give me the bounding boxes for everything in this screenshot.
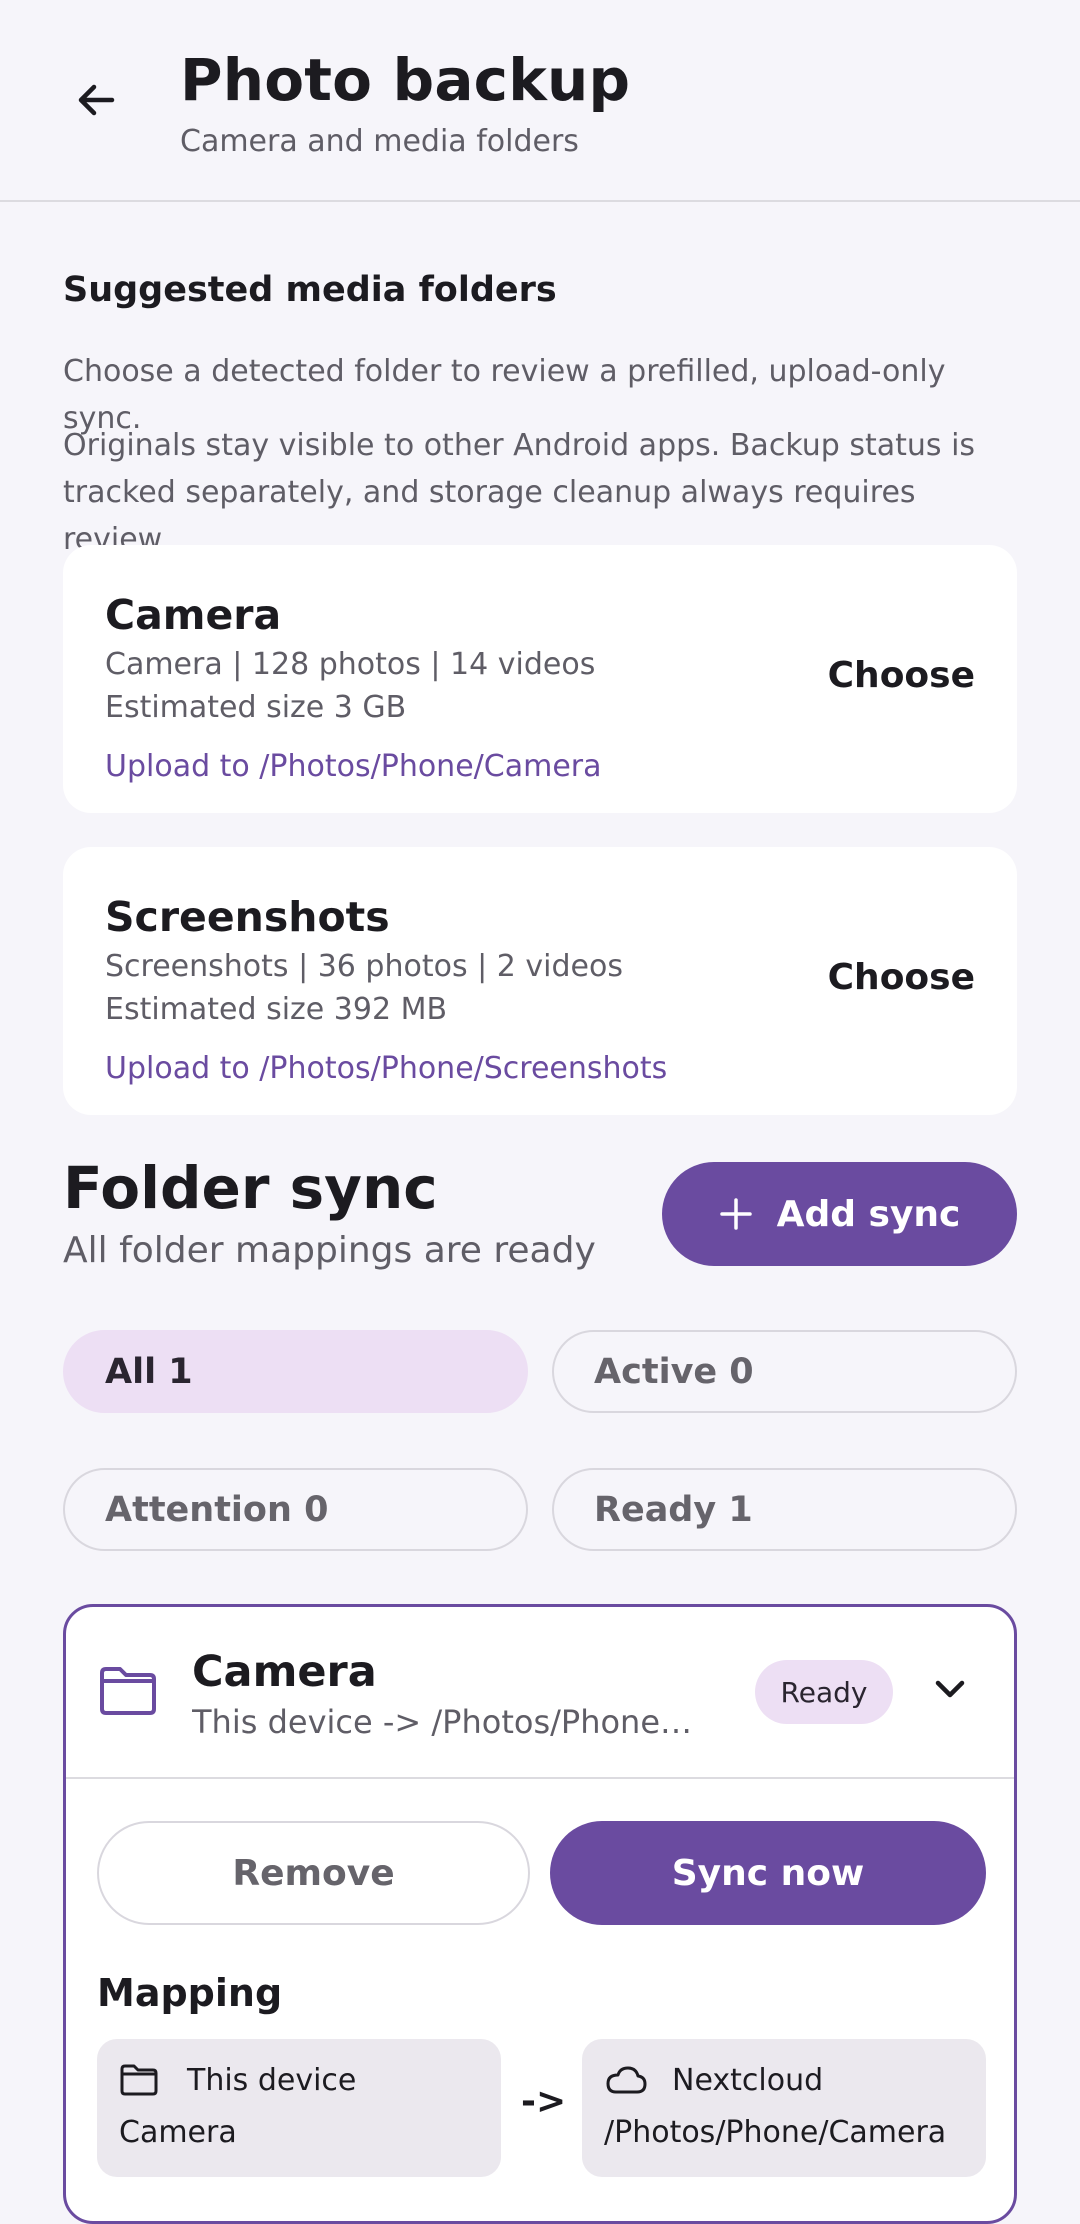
- cloud-icon: [606, 2066, 647, 2094]
- sync-card-header[interactable]: Camera This device -> /Photos/Phone/Came…: [66, 1607, 1014, 1779]
- add-sync-button[interactable]: Add sync: [662, 1162, 1017, 1266]
- folder-sync-subtitle: All folder mappings are ready: [63, 1230, 596, 1271]
- choose-button-screenshots[interactable]: Choose: [828, 957, 975, 998]
- mapping-source-label: This device: [187, 2063, 357, 2098]
- filter-chip-attention[interactable]: Attention 0: [63, 1468, 528, 1551]
- suggested-card-camera: Camera Camera | 128 photos | 14 videos E…: [63, 545, 1017, 813]
- page-title: Photo backup: [180, 46, 631, 114]
- mapping-source: This device Camera: [97, 2039, 501, 2177]
- folder-sync-title: Folder sync: [63, 1154, 438, 1222]
- suggested-card-name: Camera: [105, 591, 282, 639]
- folder-icon: [100, 1667, 156, 1715]
- suggested-card-screenshots: Screenshots Screenshots | 36 photos | 2 …: [63, 847, 1017, 1115]
- suggested-card-destination: Upload to /Photos/Phone/Screenshots: [105, 1051, 668, 1086]
- plus-icon: [719, 1198, 752, 1230]
- mapping-target-value: /Photos/Phone/Camera: [604, 2115, 947, 2150]
- filter-chip-all[interactable]: All 1: [63, 1330, 528, 1413]
- sync-now-button[interactable]: Sync now: [550, 1821, 986, 1925]
- arrow-back-icon: [78, 84, 115, 116]
- mapping-source-value: Camera: [119, 2115, 237, 2150]
- page-subtitle: Camera and media folders: [180, 124, 579, 159]
- remove-button[interactable]: Remove: [97, 1821, 530, 1925]
- mapping-target: Nextcloud /Photos/Phone/Camera: [582, 2039, 986, 2177]
- mapping-target-label: Nextcloud: [672, 2063, 824, 2098]
- choose-button-camera[interactable]: Choose: [828, 655, 975, 696]
- sync-card-camera: Camera This device -> /Photos/Phone/Came…: [63, 1604, 1017, 2224]
- sync-card-path: This device -> /Photos/Phone/Camera: [192, 1703, 702, 1741]
- filter-chip-ready[interactable]: Ready 1: [552, 1468, 1017, 1551]
- divider: [66, 1777, 1014, 1779]
- back-button[interactable]: [56, 60, 136, 140]
- folder-icon: [120, 2064, 158, 2096]
- chevron-down-icon[interactable]: [928, 1667, 972, 1711]
- suggested-note: Originals stay visible to other Android …: [63, 428, 976, 557]
- filter-chip-active[interactable]: Active 0: [552, 1330, 1017, 1413]
- mapping-arrow: ->: [521, 2081, 567, 2122]
- status-badge: Ready: [755, 1660, 893, 1724]
- suggested-card-destination: Upload to /Photos/Phone/Camera: [105, 749, 602, 784]
- suggested-section-title: Suggested media folders: [63, 270, 557, 310]
- sync-card-name: Camera: [192, 1647, 377, 1697]
- suggested-card-size: Estimated size 3 GB: [105, 690, 407, 725]
- suggested-card-counts: Screenshots | 36 photos | 2 videos: [105, 949, 623, 984]
- mapping-title: Mapping: [97, 1971, 283, 2015]
- add-sync-label: Add sync: [776, 1193, 961, 1235]
- suggested-card-size: Estimated size 392 MB: [105, 992, 448, 1027]
- suggested-card-counts: Camera | 128 photos | 14 videos: [105, 647, 596, 682]
- suggested-card-name: Screenshots: [105, 893, 390, 941]
- top-app-bar: Photo backup Camera and media folders: [0, 0, 1080, 202]
